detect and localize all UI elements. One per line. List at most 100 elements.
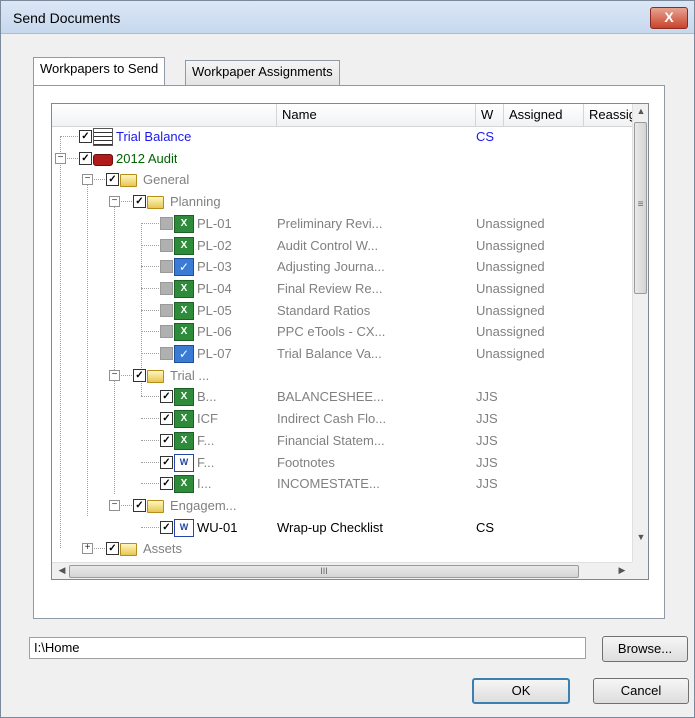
row-label: WU-01 — [197, 519, 238, 535]
scroll-down-icon[interactable]: ▼ — [633, 532, 648, 542]
scroll-right-icon[interactable]: ▶ — [614, 565, 630, 576]
collapse-icon[interactable]: − — [55, 152, 66, 164]
tree-connector — [141, 396, 159, 398]
tree-row[interactable]: ✓ X B... BALANCESHEE... JJS — [52, 386, 632, 407]
tree-row[interactable]: − ✓ Planning — [52, 191, 632, 212]
tree-row[interactable]: X PL-02 Audit Control W... Unassigned — [52, 235, 632, 256]
scroll-up-icon[interactable]: ▲ — [633, 106, 648, 116]
row-checkbox[interactable] — [160, 347, 173, 360]
row-name: Indirect Cash Flo... — [277, 411, 387, 427]
collapse-icon[interactable]: − — [109, 369, 120, 381]
tree-row[interactable]: ✓ PL-03 Adjusting Journa... Unassigned — [52, 256, 632, 277]
row-name: Standard Ratios — [277, 302, 371, 318]
row-name: INCOMESTATE... — [277, 476, 380, 492]
row-label: PL-07 — [197, 346, 232, 361]
header-name[interactable]: Name — [277, 104, 476, 126]
row-checkbox[interactable]: ✓ — [133, 195, 146, 209]
row-label: PL-01 — [197, 215, 232, 231]
tree-row[interactable]: ✓ W F... Footnotes JJS — [52, 452, 632, 473]
row-checkbox[interactable]: ✓ — [106, 542, 119, 556]
tree-row[interactable]: ✓ PL-07 Trial Balance Va... Unassigned — [52, 343, 632, 364]
tree-row[interactable]: ✓ W WU-01 Wrap-up Checklist CS — [52, 517, 632, 538]
header-w[interactable]: W — [476, 104, 504, 126]
checklist-icon: ✓ — [174, 258, 194, 277]
tree-row[interactable]: ✓ X ICF Indirect Cash Flo... JJS — [52, 408, 632, 429]
horizontal-scroll-thumb[interactable]: III — [69, 565, 579, 578]
tree-row[interactable]: X PL-01 Preliminary Revi... Unassigned — [52, 213, 632, 234]
tab-workpaper-assignments[interactable]: Workpaper Assignments — [185, 60, 340, 85]
tab-workpapers-to-send[interactable]: Workpapers to Send — [33, 57, 166, 85]
row-checkbox[interactable] — [160, 281, 173, 295]
row-checkbox[interactable] — [160, 260, 173, 274]
header-tree-column[interactable] — [52, 104, 277, 126]
collapse-icon[interactable]: − — [109, 499, 120, 511]
row-w: JJS — [476, 432, 498, 448]
title-bar[interactable]: Send Documents X — [1, 1, 694, 34]
row-checkbox[interactable]: ✓ — [79, 151, 92, 165]
tree-row[interactable]: − ✓ 2012 Audit — [52, 148, 632, 169]
vertical-scrollbar[interactable]: ▲ ≡ ▼ — [632, 104, 648, 562]
row-checkbox[interactable] — [160, 216, 173, 230]
excel-icon: X — [174, 214, 194, 233]
row-label: Engagem... — [170, 497, 237, 513]
column-header: Name W Assigned Reassigne — [52, 104, 644, 127]
row-assigned: Unassigned — [476, 302, 545, 318]
destination-path-field[interactable]: I:\Home — [29, 637, 586, 659]
row-label: PL-06 — [197, 324, 232, 340]
tree-connector — [141, 222, 159, 224]
row-checkbox[interactable]: ✓ — [133, 368, 146, 382]
tree-connector — [141, 266, 159, 268]
workpaper-tree[interactable]: Name W Assigned Reassigne ✓ Trial Balance… — [51, 103, 649, 580]
collapse-icon[interactable]: − — [109, 196, 120, 208]
row-checkbox[interactable]: ✓ — [160, 390, 173, 404]
row-checkbox[interactable]: ✓ — [160, 477, 173, 491]
row-label: PL-03 — [197, 259, 232, 275]
header-assigned[interactable]: Assigned — [504, 104, 584, 126]
browse-button[interactable]: Browse... — [602, 636, 688, 662]
close-button[interactable]: X — [650, 7, 688, 29]
collapse-icon[interactable]: − — [82, 174, 93, 186]
scroll-left-icon[interactable]: ◀ — [54, 565, 70, 576]
row-checkbox[interactable]: ✓ — [160, 520, 173, 534]
row-checkbox[interactable]: ✓ — [106, 173, 119, 187]
row-checkbox[interactable] — [160, 325, 173, 339]
tree-row[interactable]: ✓ Trial Balance CS — [52, 126, 632, 147]
tree-row[interactable]: − ✓ Trial ... — [52, 365, 632, 386]
tree-row[interactable]: X PL-04 Final Review Re... Unassigned — [52, 278, 632, 299]
row-w: JJS — [476, 389, 498, 405]
tree-row[interactable]: ✓ X F... Financial Statem... JJS — [52, 430, 632, 451]
ok-button[interactable]: OK — [472, 678, 570, 704]
row-label: B... — [197, 389, 217, 405]
row-checkbox[interactable]: ✓ — [160, 455, 173, 469]
vertical-scroll-thumb[interactable]: ≡ — [634, 122, 647, 294]
tree-row[interactable]: − ✓ Engagem... — [52, 495, 632, 516]
row-checkbox[interactable]: ✓ — [160, 433, 173, 447]
cancel-button[interactable]: Cancel — [593, 678, 689, 704]
row-assigned: Unassigned — [476, 259, 545, 275]
tree-row[interactable]: X PL-05 Standard Ratios Unassigned — [52, 300, 632, 321]
tree-row[interactable]: X PL-06 PPC eTools - CX... Unassigned — [52, 321, 632, 342]
tree-row[interactable]: ✓ X I... INCOMESTATE... JJS — [52, 473, 632, 494]
excel-icon: X — [174, 475, 194, 494]
horizontal-scrollbar[interactable]: ◀ III ▶ — [52, 562, 632, 579]
scroll-corner — [632, 562, 648, 579]
folder-icon — [120, 174, 137, 188]
row-checkbox[interactable]: ✓ — [160, 412, 173, 426]
folder-icon — [120, 543, 137, 557]
tree-connector — [141, 244, 159, 246]
row-name — [277, 126, 472, 147]
row-checkbox[interactable] — [160, 238, 173, 252]
grid-icon — [93, 128, 113, 146]
row-checkbox[interactable] — [160, 303, 173, 317]
row-name: Final Review Re... — [277, 280, 383, 296]
word-icon: W — [174, 453, 194, 472]
expand-icon[interactable]: + — [82, 543, 93, 555]
tree-connector — [141, 309, 159, 311]
row-label: PL-04 — [197, 280, 232, 296]
row-w: JJS — [476, 476, 498, 492]
row-checkbox[interactable]: ✓ — [79, 130, 92, 143]
tree-row[interactable]: + ✓ Assets — [52, 538, 632, 559]
row-checkbox[interactable]: ✓ — [133, 498, 146, 512]
checklist-icon: ✓ — [174, 345, 194, 363]
tree-row[interactable]: − ✓ General — [52, 169, 632, 190]
